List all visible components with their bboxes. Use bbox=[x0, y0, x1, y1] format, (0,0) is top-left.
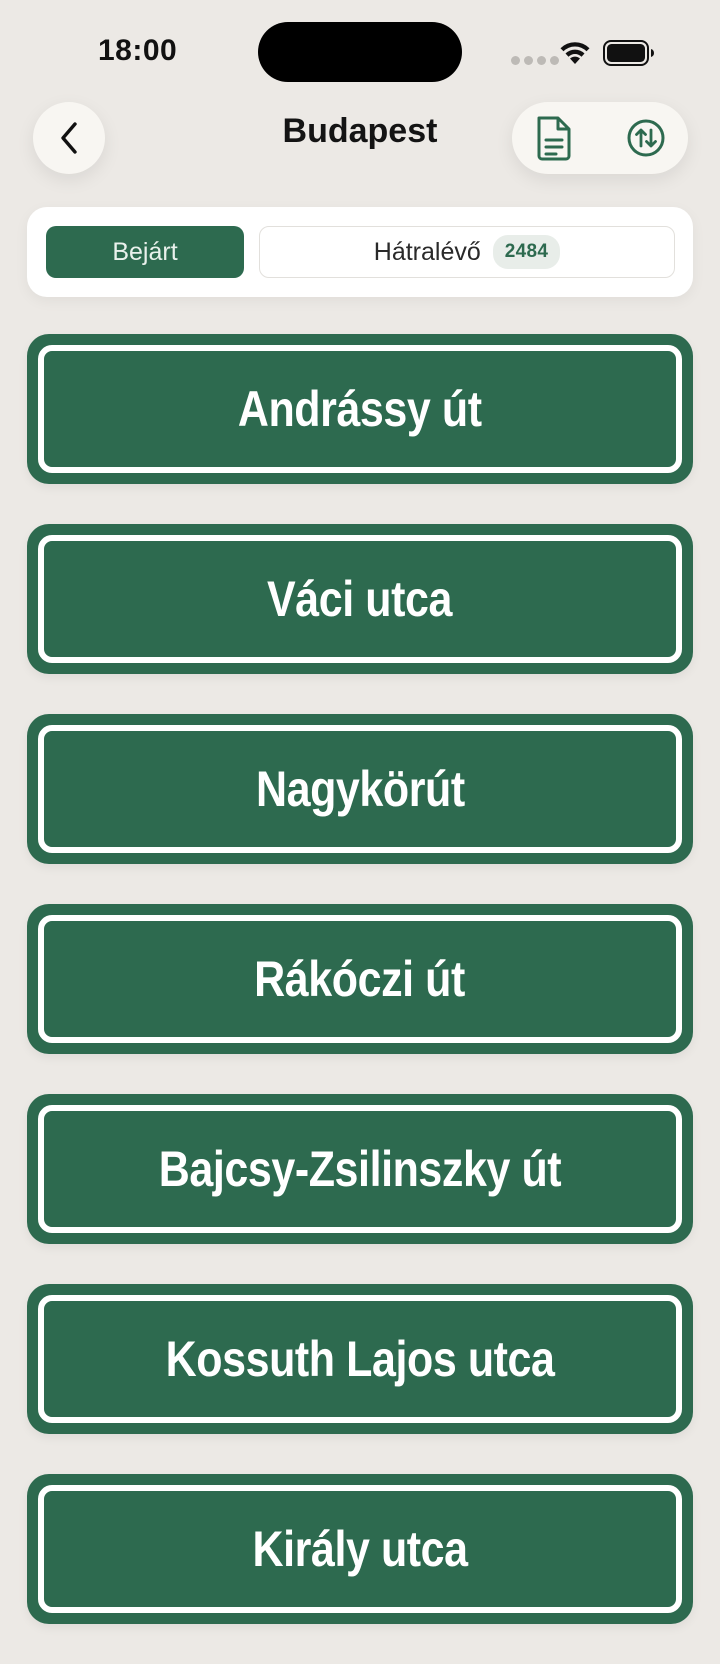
street-sign-item[interactable]: Nagykörút bbox=[27, 714, 693, 864]
street-sign-frame: Kossuth Lajos utca bbox=[38, 1295, 682, 1423]
street-sign-frame: Király utca bbox=[38, 1485, 682, 1613]
street-sign-frame: Bajcsy-Zsilinszky út bbox=[38, 1105, 682, 1233]
status-time: 18:00 bbox=[98, 34, 178, 67]
street-name: Bajcsy-Zsilinszky út bbox=[158, 1141, 562, 1197]
battery-icon bbox=[603, 40, 654, 66]
street-sign-item[interactable]: Andrássy út bbox=[27, 334, 693, 484]
street-name: Váci utca bbox=[267, 571, 453, 627]
tab-visited-label: Bejárt bbox=[112, 237, 178, 266]
dynamic-island bbox=[258, 22, 462, 82]
document-button[interactable] bbox=[532, 114, 576, 162]
remaining-count-badge: 2484 bbox=[492, 235, 561, 269]
wifi-icon bbox=[560, 42, 590, 64]
tab-remaining-label: Hátralévő bbox=[373, 237, 481, 266]
street-name: Király utca bbox=[252, 1521, 468, 1577]
street-sign-item[interactable]: Váci utca bbox=[27, 524, 693, 674]
street-sign-frame: Váci utca bbox=[38, 535, 682, 663]
street-sign-item[interactable]: Bajcsy-Zsilinszky út bbox=[27, 1094, 693, 1244]
street-name: Nagykörút bbox=[255, 761, 465, 817]
segmented-control: Bejárt Hátralévő 2484 bbox=[27, 207, 693, 297]
status-bar: 18:00 bbox=[0, 0, 720, 100]
tab-visited[interactable]: Bejárt bbox=[46, 226, 244, 278]
arrow-up-down-circle-icon bbox=[627, 119, 665, 157]
street-name: Andrássy út bbox=[238, 381, 482, 437]
tab-remaining[interactable]: Hátralévő 2484 bbox=[259, 226, 675, 278]
document-icon bbox=[537, 116, 571, 161]
street-sign-frame: Nagykörút bbox=[38, 725, 682, 853]
street-name: Kossuth Lajos utca bbox=[165, 1331, 555, 1387]
street-sign-item[interactable]: Rákóczi út bbox=[27, 904, 693, 1054]
cellular-signal-icon bbox=[511, 56, 559, 65]
street-name: Rákóczi út bbox=[254, 951, 466, 1007]
street-sign-item[interactable]: Király utca bbox=[27, 1474, 693, 1624]
sort-button[interactable] bbox=[626, 118, 666, 158]
street-list: Andrássy út Váci utca Nagykörút Rákóczi … bbox=[27, 334, 693, 1664]
street-sign-frame: Andrássy út bbox=[38, 345, 682, 473]
street-sign-frame: Rákóczi út bbox=[38, 915, 682, 1043]
header-actions bbox=[512, 102, 688, 174]
street-sign-item[interactable]: Kossuth Lajos utca bbox=[27, 1284, 693, 1434]
